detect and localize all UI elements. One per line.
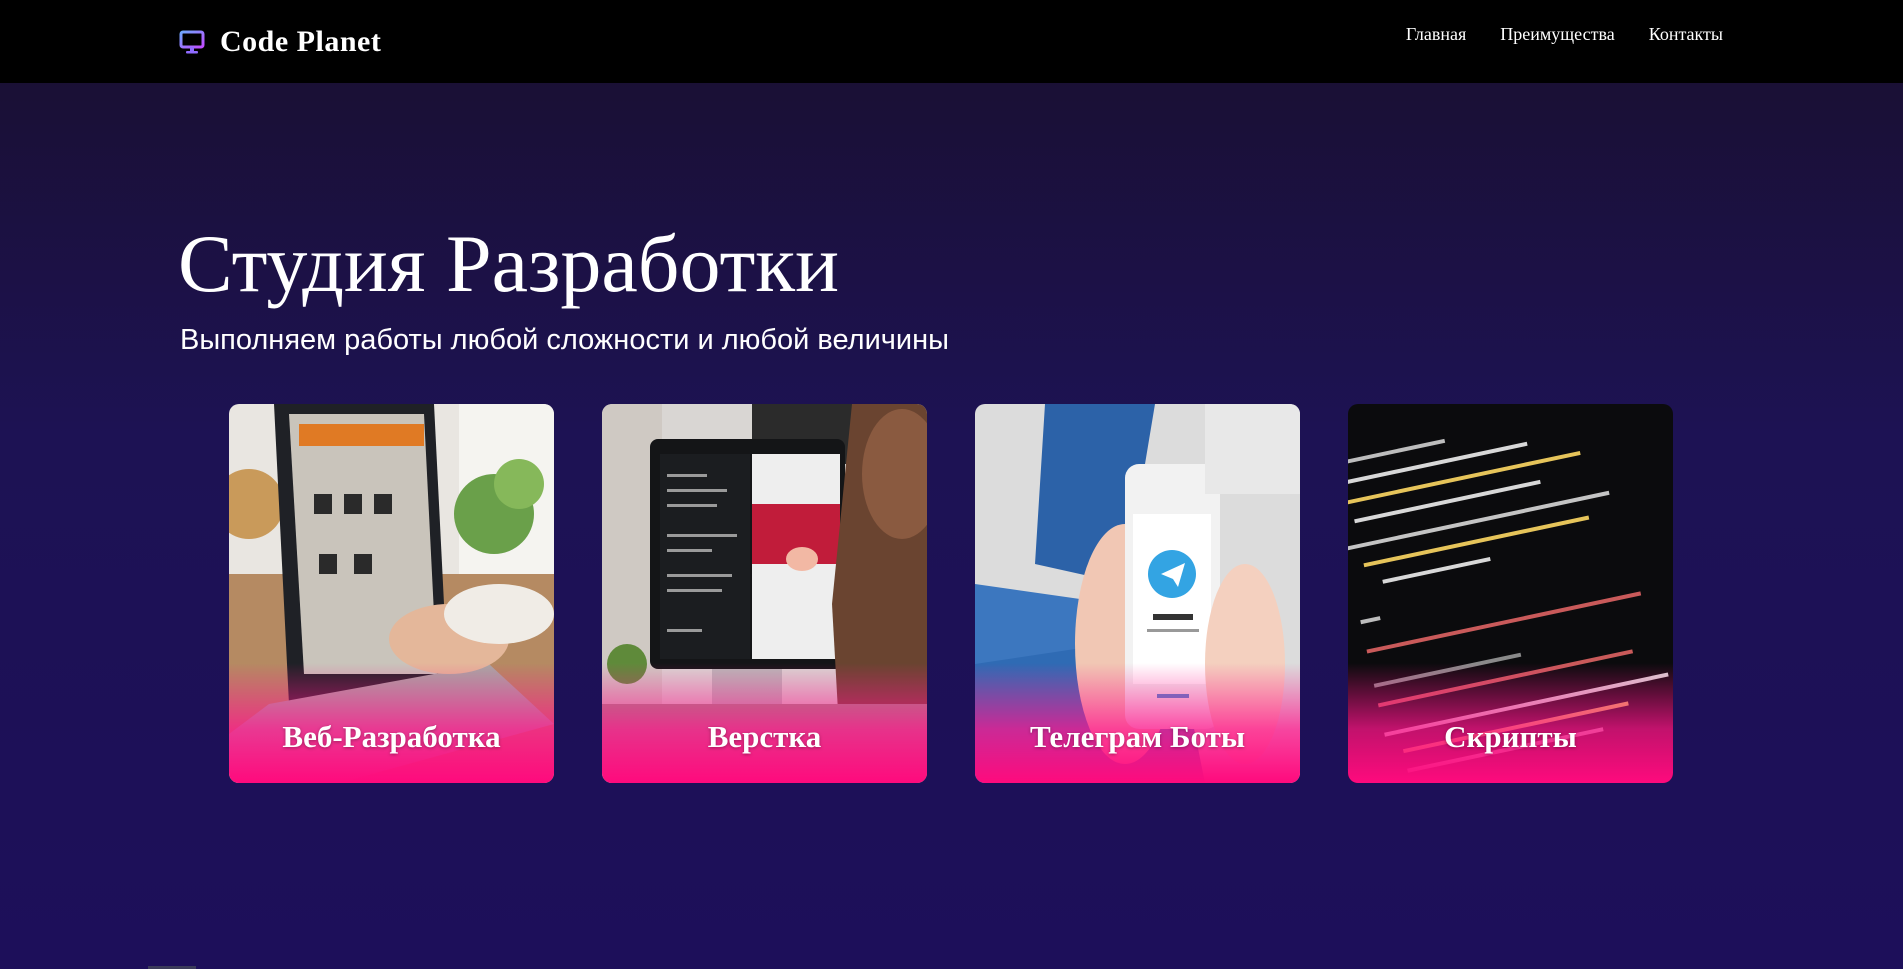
card-title: Скрипты (1444, 719, 1577, 754)
service-card-scripts[interactable]: Скрипты (1348, 404, 1673, 783)
nav-link-advantages[interactable]: Преимущества (1500, 24, 1614, 45)
brand-logo[interactable]: Code Planet (178, 18, 381, 66)
service-card-markup[interactable]: Верстка (602, 404, 927, 783)
brand-name: Code Planet (220, 25, 382, 58)
hero-title: Студия Разработки (178, 218, 840, 309)
navbar: Code Planet Главная Преимущества Контакт… (0, 0, 1903, 83)
hero-subtitle: Выполняем работы любой сложности и любой… (180, 324, 949, 356)
service-card-telegram-bots[interactable]: Телеграм Боты (975, 404, 1300, 783)
nav-link-home[interactable]: Главная (1406, 24, 1466, 45)
service-card-web-development[interactable]: Веб-Разработка (229, 404, 554, 783)
card-title: Верстка (707, 719, 822, 754)
card-title: Веб-Разработка (282, 719, 501, 754)
nav-link-contacts[interactable]: Контакты (1649, 24, 1723, 45)
services-cards: Веб-Разработка Верстка Телеграм Боты Скр… (229, 404, 1673, 783)
main-nav: Главная Преимущества Контакты (1406, 24, 1723, 45)
monitor-icon (178, 28, 206, 56)
card-title: Телеграм Боты (1029, 719, 1246, 754)
